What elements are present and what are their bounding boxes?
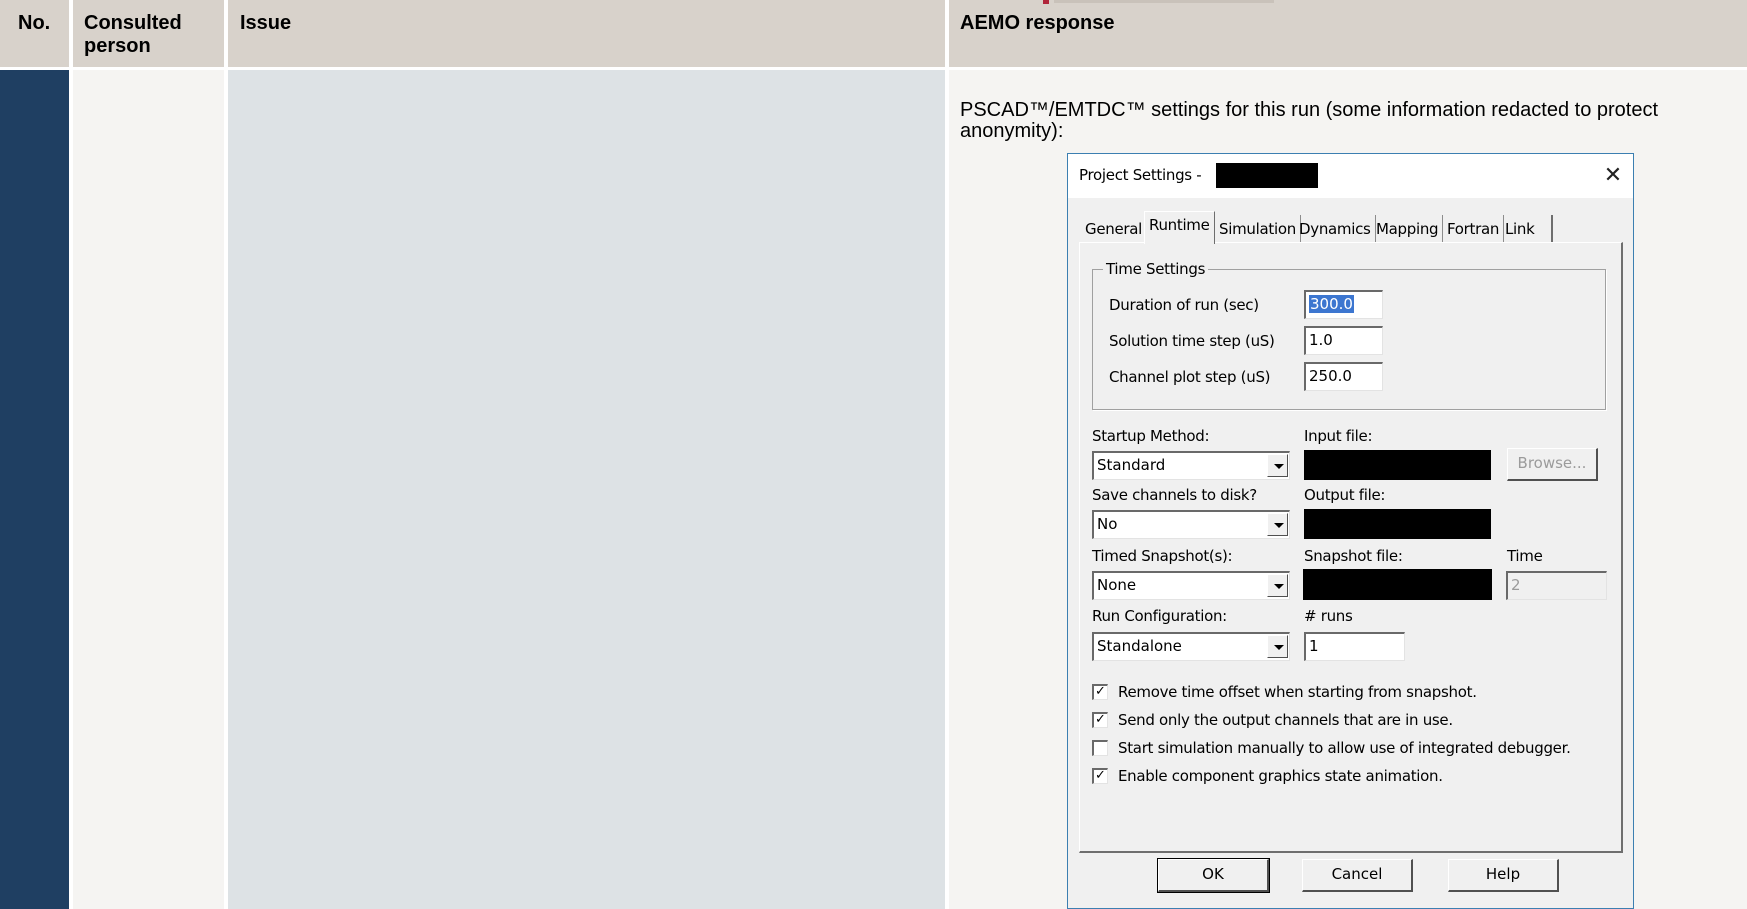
tab-general[interactable]: General (1081, 215, 1148, 243)
cell-no (0, 70, 69, 909)
dialog-titlebar: Project Settings - ✕ (1068, 154, 1633, 198)
step-label: Solution time step (uS) (1109, 332, 1275, 350)
redacted-input-file (1304, 450, 1491, 480)
runs-input[interactable]: 1 (1304, 632, 1405, 661)
timed-snapshot-label: Timed Snapshot(s): (1092, 547, 1233, 565)
redacted-project-name (1216, 163, 1318, 188)
cancel-button[interactable]: Cancel (1302, 859, 1413, 892)
save-channels-select[interactable]: No (1092, 510, 1290, 539)
run-configuration-select[interactable]: Standalone (1092, 632, 1290, 661)
cell-consulted-person (73, 70, 224, 909)
plot-step-input[interactable]: 250.0 (1304, 362, 1383, 391)
start-manually-label: Start simulation manually to allow use o… (1118, 739, 1571, 757)
send-only-used-channels-label: Send only the output channels that are i… (1118, 711, 1453, 729)
chevron-down-icon[interactable] (1267, 635, 1288, 658)
cell-issue (228, 70, 945, 909)
duration-value: 300.0 (1309, 295, 1354, 313)
chevron-down-icon[interactable] (1267, 454, 1288, 477)
timed-snapshot-value: None (1097, 576, 1137, 594)
duration-label: Duration of run (sec) (1109, 296, 1259, 314)
header-aemo-response: AEMO response (960, 12, 1115, 34)
save-channels-label: Save channels to disk? (1092, 486, 1257, 504)
step-input[interactable]: 1.0 (1304, 326, 1383, 355)
startup-method-select[interactable]: Standard (1092, 451, 1290, 480)
tab-link[interactable]: Link (1501, 215, 1553, 243)
duration-input[interactable]: 300.0 (1304, 290, 1383, 319)
header-consulted-person: Consulted person (84, 12, 182, 57)
runs-label: # runs (1304, 607, 1353, 625)
send-only-used-channels-checkbox[interactable]: ✓ (1092, 712, 1108, 728)
output-file-label: Output file: (1304, 486, 1386, 504)
plot-step-label: Channel plot step (uS) (1109, 368, 1271, 386)
tab-fortran[interactable]: Fortran (1443, 215, 1505, 243)
header-issue: Issue (240, 12, 292, 34)
chevron-down-icon[interactable] (1267, 574, 1288, 597)
column-divider (69, 0, 73, 909)
input-file-label: Input file: (1304, 427, 1373, 445)
header-cell-issue (228, 0, 945, 67)
column-divider (224, 0, 228, 909)
redacted-snapshot-file (1303, 569, 1492, 600)
header-divider (0, 67, 1747, 70)
redacted-output-file (1304, 509, 1491, 539)
timed-snapshot-select[interactable]: None (1092, 571, 1290, 600)
tab-dynamics[interactable]: Dynamics (1295, 215, 1376, 243)
tab-runtime[interactable]: Runtime (1144, 211, 1215, 244)
help-button[interactable]: Help (1448, 859, 1559, 892)
dialog-title: Project Settings - (1079, 166, 1202, 184)
startup-method-label: Startup Method: (1092, 427, 1210, 445)
time-settings-title: Time Settings (1103, 260, 1209, 278)
header-no: No. (18, 12, 51, 34)
startup-method-value: Standard (1097, 456, 1166, 474)
column-divider (945, 0, 949, 909)
remove-time-offset-label: Remove time offset when starting from sn… (1118, 683, 1477, 701)
tab-simulation[interactable]: Simulation (1215, 215, 1301, 243)
run-configuration-value: Standalone (1097, 637, 1182, 655)
snapshot-file-label: Snapshot file: (1304, 547, 1403, 565)
logo-text-fragment (1054, 0, 1274, 3)
ok-button[interactable]: OK (1157, 858, 1270, 893)
project-settings-dialog: Project Settings - ✕ General Runtime Sim… (1067, 153, 1634, 909)
browse-button[interactable]: Browse... (1507, 448, 1598, 481)
chevron-down-icon[interactable] (1267, 513, 1288, 536)
tab-mapping[interactable]: Mapping (1372, 215, 1444, 243)
run-configuration-label: Run Configuration: (1092, 607, 1227, 625)
graphics-animation-checkbox[interactable]: ✓ (1092, 768, 1108, 784)
time-label: Time (1507, 547, 1543, 565)
response-text: PSCAD™/EMTDC™ settings for this run (som… (960, 99, 1659, 142)
graphics-animation-label: Enable component graphics state animatio… (1118, 767, 1443, 785)
time-input[interactable]: 2 (1506, 571, 1607, 600)
remove-time-offset-checkbox[interactable]: ✓ (1092, 684, 1108, 700)
save-channels-value: No (1097, 515, 1118, 533)
start-manually-checkbox[interactable] (1092, 740, 1108, 756)
close-icon[interactable]: ✕ (1598, 161, 1628, 191)
logo-mark (1043, 0, 1049, 4)
